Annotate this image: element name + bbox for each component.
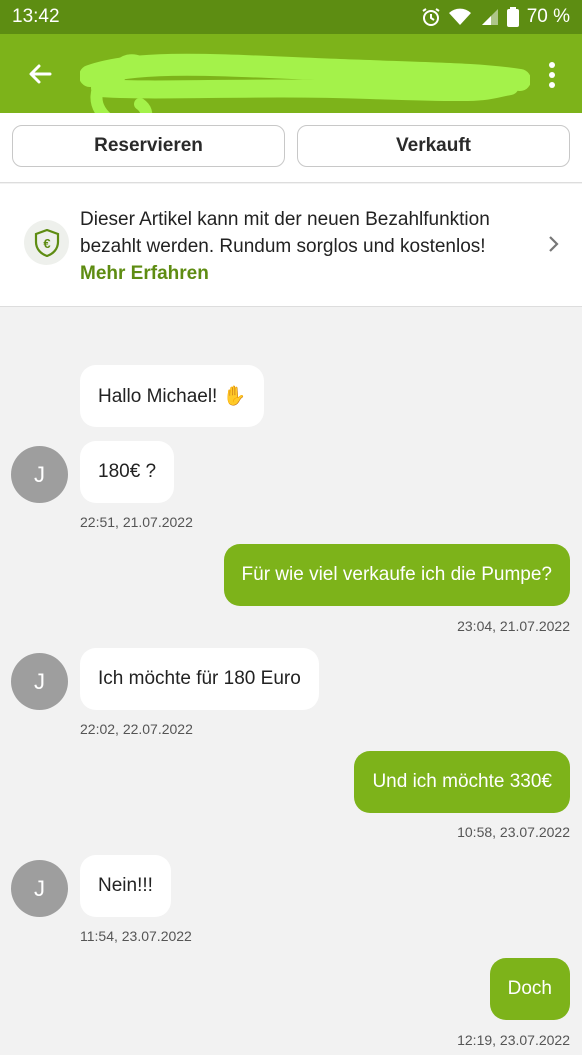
battery-percentage: 70 % (526, 6, 570, 27)
more-vertical-icon[interactable] (542, 60, 562, 90)
avatar-initial: J (34, 668, 45, 694)
reserve-button[interactable]: Reservieren (12, 125, 285, 167)
payment-info-banner[interactable]: € Dieser Artikel kann mit der neuen Beza… (0, 184, 582, 307)
message-timestamp: 22:51, 21.07.2022 (80, 514, 193, 530)
incoming-message: Nein!!! (80, 855, 171, 917)
message-timestamp: 11:54, 23.07.2022 (80, 928, 192, 944)
back-arrow-icon[interactable] (26, 60, 54, 88)
learn-more-link[interactable]: Mehr Erfahren (80, 260, 530, 287)
svg-text:€: € (43, 236, 50, 251)
wifi-icon (448, 8, 471, 26)
euro-shield-icon: € (24, 220, 69, 265)
avatar: J (11, 446, 68, 503)
message-timestamp: 23:04, 21.07.2022 (457, 618, 570, 634)
app-bar: Verkaufe ... Wasser (0, 34, 582, 133)
outgoing-message: Doch (489, 958, 570, 1020)
alarm-icon (421, 7, 441, 27)
banner-line-2: bezahlt werden. Rundum sorglos und koste… (80, 236, 486, 257)
message-timestamp: 22:02, 22.07.2022 (80, 721, 193, 737)
avatar: J (11, 653, 68, 710)
message-timestamp: 12:19, 23.07.2022 (457, 1032, 570, 1048)
chevron-right-icon (548, 235, 560, 258)
avatar-initial: J (34, 461, 45, 487)
message-timestamp: 10:58, 23.07.2022 (457, 824, 570, 840)
incoming-message: Ich möchte für 180 Euro (80, 648, 319, 710)
avatar: J (11, 860, 68, 917)
incoming-message: Hallo Michael! ✋ (80, 365, 265, 427)
action-bar: Reservieren Verkauft (0, 113, 582, 183)
avatar-initial: J (34, 875, 45, 901)
outgoing-message: Und ich möchte 330€ (354, 751, 570, 813)
status-bar: 13:42 70 % (0, 0, 582, 34)
battery-icon (506, 7, 519, 27)
banner-line-1: Dieser Artikel kann mit der neuen Bezahl… (80, 209, 490, 230)
outgoing-message: Für wie viel verkaufe ich die Pumpe? (223, 544, 570, 606)
sold-button[interactable]: Verkauft (297, 125, 570, 167)
status-time: 13:42 (12, 6, 60, 27)
signal-icon (479, 8, 499, 26)
incoming-message: 180€ ? (80, 441, 175, 503)
